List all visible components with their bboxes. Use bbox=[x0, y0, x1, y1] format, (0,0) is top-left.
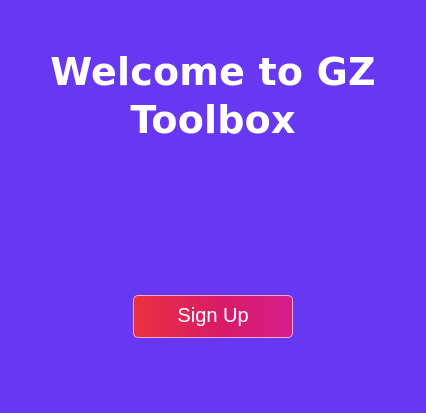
page-title: Welcome to GZ Toolbox bbox=[50, 50, 376, 142]
sign-up-button[interactable]: Sign Up bbox=[133, 295, 293, 338]
welcome-screen: Welcome to GZ Toolbox Sign Up bbox=[0, 0, 426, 413]
